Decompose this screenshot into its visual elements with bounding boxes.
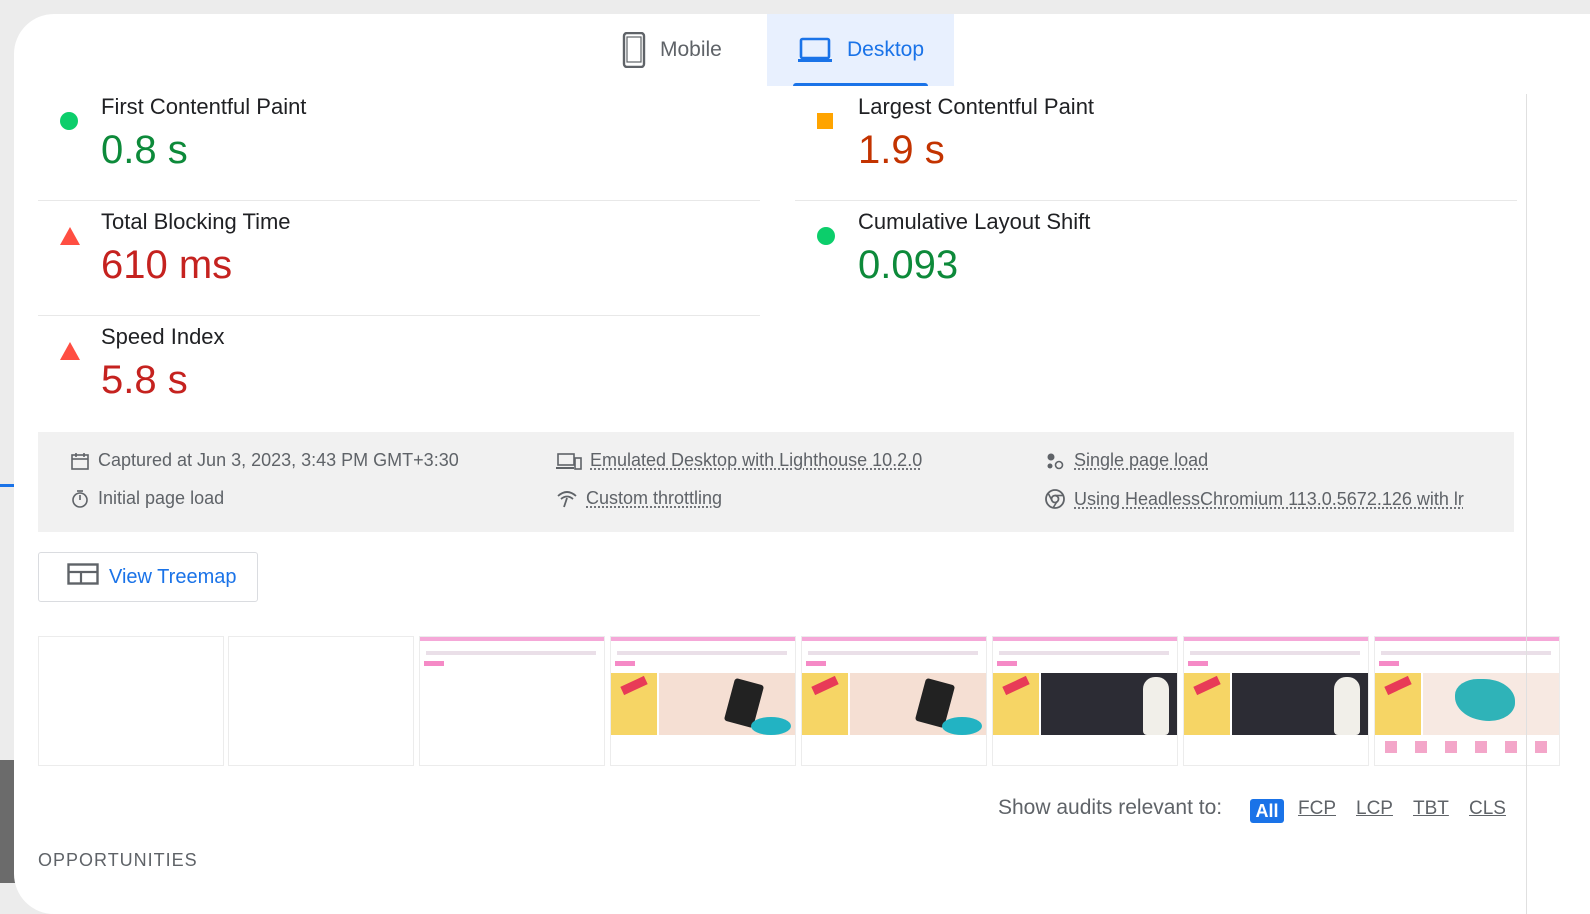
filter-chip-lcp[interactable]: LCP: [1356, 798, 1393, 820]
calendar-icon: [70, 451, 90, 471]
mobile-phone-icon: [622, 32, 646, 68]
laptop-icon: [797, 36, 833, 64]
filmstrip-frame: [38, 636, 224, 766]
metric-value: 610 ms: [101, 243, 233, 287]
metric-label: Speed Index: [101, 324, 225, 349]
filmstrip-frame: [419, 636, 605, 766]
network-signal-icon: [556, 489, 578, 509]
audit-filter: Show audits relevant to: All FCP LCP TBT…: [14, 796, 1522, 826]
metric-value: 0.093: [858, 243, 959, 287]
section-title-opportunities: OPPORTUNITIES: [38, 850, 198, 870]
view-treemap-label: View Treemap: [109, 565, 237, 588]
filmstrip-frame: [1374, 636, 1560, 766]
captured-text: Captured at Jun 3, 2023, 3:43 PM GMT+3:3…: [98, 450, 459, 470]
fail-triangle-icon: [60, 227, 80, 245]
tab-desktop[interactable]: Desktop: [767, 14, 954, 86]
view-treemap-button[interactable]: View Treemap: [38, 552, 258, 602]
browser-info[interactable]: Using HeadlessChromium 113.0.5672.126 wi…: [1044, 488, 1464, 510]
filmstrip-frame: [801, 636, 987, 766]
single-session-icon: [1044, 451, 1066, 471]
filmstrip-frame: [1183, 636, 1369, 766]
metric-label: Total Blocking Time: [101, 209, 291, 234]
filmstrip-frame: [228, 636, 414, 766]
chrome-icon: [1044, 488, 1066, 510]
runtime-settings: Captured at Jun 3, 2023, 3:43 PM GMT+3:3…: [38, 432, 1514, 532]
metric-first-contentful-paint: First Contentful Paint 0.8 s: [38, 86, 760, 201]
stopwatch-icon: [70, 489, 90, 509]
throttling-text: Custom throttling: [586, 488, 723, 508]
filmstrip-frame: [610, 636, 796, 766]
tab-mobile[interactable]: Mobile: [622, 14, 766, 86]
metric-cumulative-layout-shift: Cumulative Layout Shift 0.093: [795, 201, 1517, 316]
captured-time: Captured at Jun 3, 2023, 3:43 PM GMT+3:3…: [70, 450, 459, 471]
filmstrip-frame: [992, 636, 1178, 766]
metric-speed-index: Speed Index 5.8 s: [38, 316, 760, 431]
report-border: [1526, 94, 1527, 914]
tab-desktop-label: Desktop: [846, 38, 925, 61]
filter-chip-cls[interactable]: CLS: [1469, 798, 1506, 820]
emulation-text: Emulated Desktop with Lighthouse 10.2.0: [590, 450, 923, 470]
filter-chip-tbt[interactable]: TBT: [1413, 798, 1449, 820]
emulation-info[interactable]: Emulated Desktop with Lighthouse 10.2.0: [556, 450, 922, 471]
metric-value: 5.8 s: [101, 358, 188, 402]
filter-chip-all[interactable]: All: [1250, 799, 1284, 823]
metric-total-blocking-time: Total Blocking Time 610 ms: [38, 201, 760, 316]
device-tabs: Mobile Desktop: [14, 14, 1590, 86]
pass-circle-icon: [60, 112, 78, 130]
filter-chip-fcp[interactable]: FCP: [1298, 798, 1336, 820]
metric-label: First Contentful Paint: [101, 94, 307, 119]
pass-circle-icon: [817, 227, 835, 245]
audit-filter-label: Show audits relevant to:: [998, 796, 1223, 819]
devices-icon: [556, 451, 582, 471]
pagespeed-report-card: Mobile Desktop First Contentful Paint 0.…: [14, 14, 1590, 914]
metric-value: 0.8 s: [101, 128, 188, 172]
session-text: Single page load: [1074, 450, 1209, 470]
tab-mobile-label: Mobile: [660, 38, 722, 61]
metric-label: Cumulative Layout Shift: [858, 209, 1091, 234]
treemap-icon: [67, 563, 99, 591]
metric-value: 1.9 s: [858, 128, 945, 172]
metric-label: Largest Contentful Paint: [858, 94, 1095, 119]
browser-text: Using HeadlessChromium 113.0.5672.126 wi…: [1074, 488, 1464, 509]
throttling-info[interactable]: Custom throttling: [556, 488, 722, 509]
average-square-icon: [817, 113, 833, 129]
fail-triangle-icon: [60, 342, 80, 360]
page-load-text: Initial page load: [98, 488, 225, 508]
screenshot-filmstrip: [38, 636, 1578, 766]
page-load-type: Initial page load: [70, 488, 224, 509]
session-info[interactable]: Single page load: [1044, 450, 1208, 471]
metric-largest-contentful-paint: Largest Contentful Paint 1.9 s: [795, 86, 1517, 201]
